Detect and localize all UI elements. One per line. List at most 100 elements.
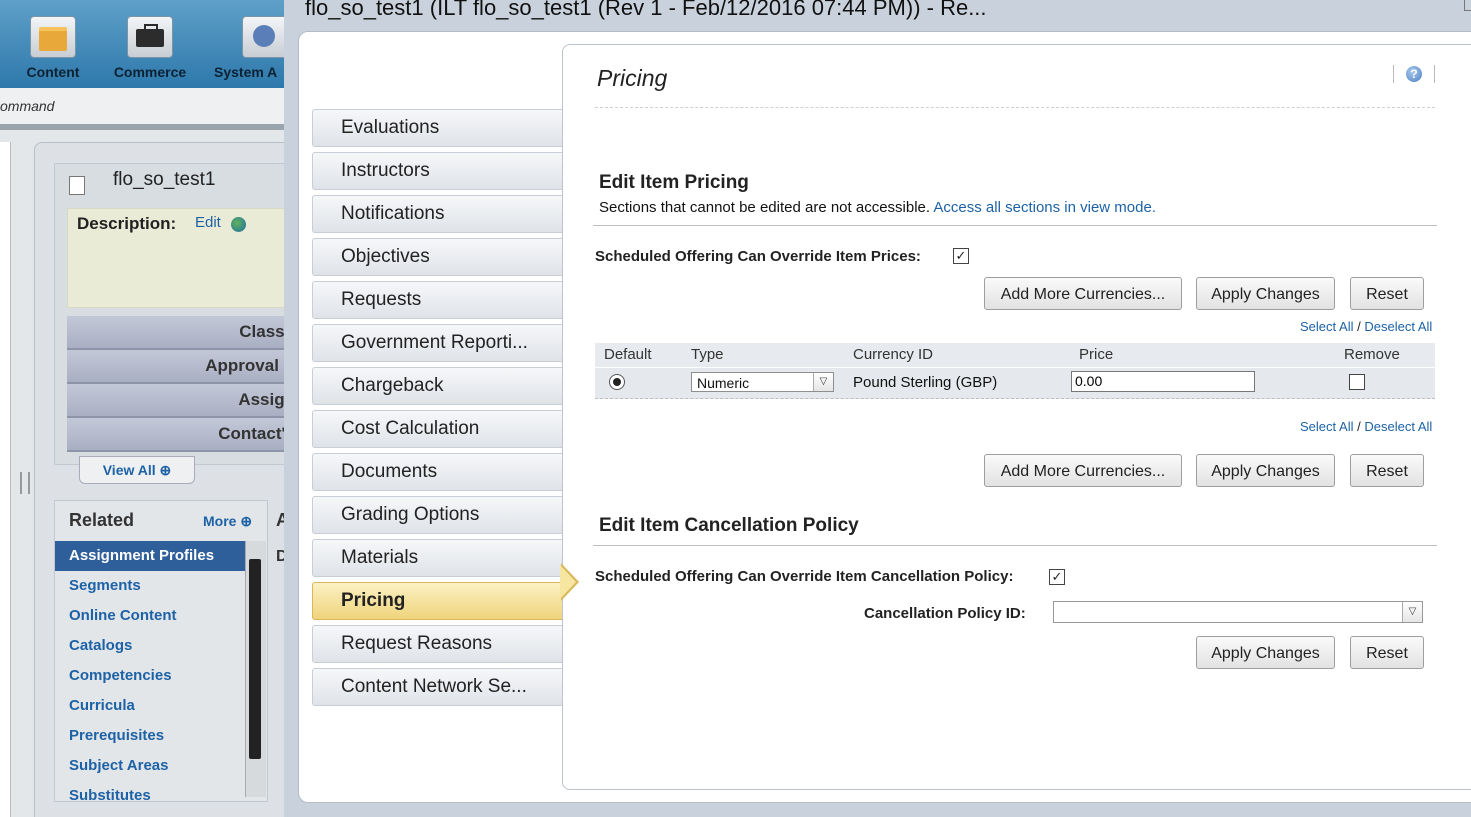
nav-request-reasons[interactable]: Request Reasons — [312, 625, 564, 663]
reset-button[interactable]: Reset — [1350, 277, 1424, 310]
help-icon[interactable]: ? — [1406, 66, 1422, 82]
chevron-down-icon[interactable]: ▽ — [813, 373, 833, 391]
globe-icon[interactable] — [231, 217, 246, 232]
select-links-bottom: Select All / Deselect All — [1300, 419, 1432, 434]
accordion-assignment[interactable]: Assign — [67, 384, 285, 418]
related-item[interactable]: Segments — [55, 571, 245, 601]
accordion-approval[interactable]: Approval P — [67, 350, 285, 384]
nav-government-reporting[interactable]: Government Reporti... — [312, 324, 564, 362]
command-label: ommand — [0, 98, 55, 114]
content-panel: Pricing ? Edit Item Pricing Sections tha… — [562, 44, 1471, 790]
deselect-all-link[interactable]: Deselect All — [1364, 419, 1432, 434]
related-item[interactable]: Catalogs — [55, 631, 245, 661]
page-title: Pricing — [597, 65, 668, 91]
commerce-toolbar-button[interactable]: Commerce — [108, 16, 192, 80]
left-strip — [0, 142, 11, 817]
related-item[interactable]: Substitutes — [55, 781, 245, 811]
remove-checkbox[interactable] — [1349, 374, 1365, 390]
reset-button-bottom[interactable]: Reset — [1350, 454, 1424, 487]
related-item[interactable]: Assignment Profiles — [55, 541, 245, 571]
related-item[interactable]: Online Content — [55, 601, 245, 631]
select-separator: / — [1357, 319, 1361, 334]
add-currencies-button[interactable]: Add More Currencies... — [984, 277, 1182, 310]
help-area: ? — [1393, 65, 1435, 83]
nav-requests[interactable]: Requests — [312, 281, 564, 319]
cancellation-policy-select[interactable]: ▽ — [1053, 601, 1423, 623]
splitter-grip[interactable] — [20, 472, 30, 494]
nav-pricing[interactable]: Pricing — [312, 582, 564, 620]
deselect-all-link[interactable]: Deselect All — [1364, 319, 1432, 334]
related-item[interactable]: Curricula — [55, 691, 245, 721]
view-all-button[interactable]: View All ⊕ — [79, 456, 195, 484]
access-note-text: Sections that cannot be edited are not a… — [599, 199, 931, 216]
select-all-link[interactable]: Select All — [1300, 319, 1353, 334]
nav-chargeback[interactable]: Chargeback — [312, 367, 564, 405]
item-title: flo_so_test1 — [113, 169, 216, 190]
col-remove: Remove — [1344, 346, 1400, 363]
modal-title: flo_so_test1 (ILT flo_so_test1 (Rev 1 - … — [305, 0, 987, 20]
nav-evaluations[interactable]: Evaluations — [312, 109, 564, 147]
access-note: Sections that cannot be edited are not a… — [599, 199, 1156, 216]
system-admin-toolbar-button[interactable]: System A — [214, 16, 285, 80]
briefcase-icon — [127, 16, 173, 58]
scrollbar-thumb[interactable] — [249, 559, 261, 759]
nav-materials[interactable]: Materials — [312, 539, 564, 577]
related-list: Assignment Profiles Segments Online Cont… — [55, 541, 245, 811]
item-card: flo_so_test1 Description: Edit Classif A… — [54, 163, 285, 484]
description-edit-link[interactable]: Edit — [195, 214, 221, 231]
nav-objectives[interactable]: Objectives — [312, 238, 564, 276]
command-bar: ommand — [0, 88, 285, 130]
section-divider — [593, 225, 1437, 226]
apply-cancellation-button[interactable]: Apply Changes — [1196, 636, 1335, 669]
related-heading: Related — [69, 510, 135, 530]
related-more-link[interactable]: More ⊕ — [203, 513, 252, 530]
table-header: Default Type Currency ID Price Remove — [595, 343, 1435, 367]
nav-notifications[interactable]: Notifications — [312, 195, 564, 233]
content-toolbar-button[interactable]: Content — [18, 16, 88, 80]
main-toolbar: Content Commerce System A — [0, 0, 285, 88]
nav-instructors[interactable]: Instructors — [312, 152, 564, 190]
folder-icon — [30, 16, 76, 58]
type-select[interactable]: Numeric ▽ — [691, 372, 834, 392]
related-item[interactable]: Competencies — [55, 661, 245, 691]
nav-grading-options[interactable]: Grading Options — [312, 496, 564, 534]
accordion: Classif Approval P Assign Contact's — [67, 316, 285, 452]
cancellation-heading: Edit Item Cancellation Policy — [599, 515, 859, 536]
override-cancellation-checkbox[interactable]: ✓ — [1049, 569, 1065, 585]
table-row: Numeric ▽ Pound Sterling (GBP) — [595, 367, 1435, 399]
gear-icon — [242, 16, 285, 58]
related-scrollbar[interactable] — [245, 541, 266, 797]
nav-content-network[interactable]: Content Network Se... — [312, 668, 564, 706]
background-app: Content Commerce System A ommand flo_so_… — [0, 0, 285, 817]
arrow-right-circle-icon: ⊕ — [159, 462, 172, 478]
close-icon[interactable] — [1464, 0, 1471, 11]
default-radio[interactable] — [609, 374, 625, 390]
description-box: Description: Edit — [67, 208, 285, 308]
nav-documents[interactable]: Documents — [312, 453, 564, 491]
price-input[interactable] — [1071, 371, 1255, 392]
accordion-contacts[interactable]: Contact's — [67, 418, 285, 452]
col-type: Type — [691, 346, 724, 363]
col-price: Price — [1079, 346, 1114, 363]
title-divider — [595, 107, 1435, 108]
override-prices-label: Scheduled Offering Can Override Item Pri… — [595, 248, 921, 265]
currency-table: Default Type Currency ID Price Remove Nu… — [595, 343, 1435, 399]
col-default: Default — [604, 346, 652, 363]
reset-cancellation-button[interactable]: Reset — [1350, 636, 1424, 669]
add-currencies-button-bottom[interactable]: Add More Currencies... — [984, 454, 1182, 487]
apply-changes-button[interactable]: Apply Changes — [1196, 277, 1335, 310]
col-currency-id: Currency ID — [853, 346, 934, 363]
related-item[interactable]: Subject Areas — [55, 751, 245, 781]
related-item[interactable]: Prerequisites — [55, 721, 245, 751]
section-nav: Evaluations Instructors Notifications Ob… — [312, 109, 564, 711]
related-panel: Related More ⊕ Assignment Profiles Segme… — [54, 500, 268, 804]
select-all-link[interactable]: Select All — [1300, 419, 1353, 434]
modal-frame-edge — [284, 0, 298, 817]
arrow-right-circle-icon: ⊕ — [240, 513, 253, 529]
override-prices-checkbox[interactable]: ✓ — [953, 248, 969, 264]
accordion-classification[interactable]: Classif — [67, 316, 285, 350]
nav-cost-calculation[interactable]: Cost Calculation — [312, 410, 564, 448]
apply-changes-button-bottom[interactable]: Apply Changes — [1196, 454, 1335, 487]
view-mode-link[interactable]: Access all sections in view mode. — [933, 199, 1156, 216]
chevron-down-icon[interactable]: ▽ — [1402, 602, 1422, 622]
